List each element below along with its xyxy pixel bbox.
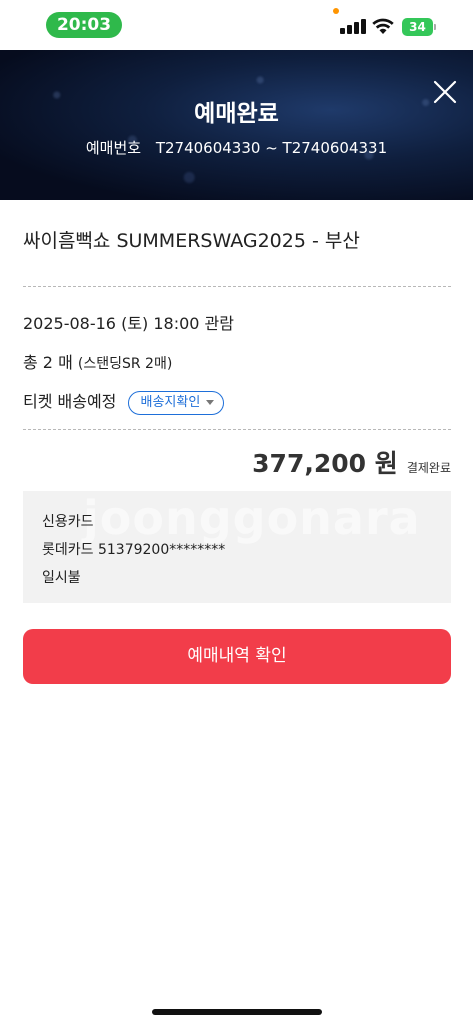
- page-title: 예매완료: [194, 101, 279, 127]
- battery-icon: 34: [402, 18, 436, 36]
- booking-number-label: 예매번호: [85, 139, 142, 157]
- booking-number-value: T2740604330 ~ T2740604331: [155, 139, 388, 157]
- ticket-delivery: 티켓 배송예정 배송지확인: [23, 388, 225, 415]
- battery-level: 34: [402, 18, 433, 36]
- view-booking-button[interactable]: 예매내역 확인: [23, 629, 451, 684]
- quantity-main: 총 2 매: [23, 353, 73, 372]
- payment-amount: 377,200 원: [252, 449, 398, 478]
- ticket-delivery-label: 티켓 배송예정: [23, 392, 117, 411]
- header-banner: 예매완료 예매번호 T2740604330 ~ T2740604331: [0, 50, 473, 200]
- payment-card: 롯데카드 51379200********: [42, 542, 226, 558]
- divider: [23, 286, 451, 287]
- event-title: 싸이흠뻑쇼 SUMMERSWAG2025 - 부산: [23, 230, 360, 252]
- wifi-icon: [372, 18, 394, 34]
- payment-installment: 일시불: [42, 570, 81, 586]
- signal-icon: [340, 19, 366, 34]
- event-datetime: 2025-08-16 (토) 18:00 관람: [23, 314, 234, 333]
- payment-method: 신용카드: [42, 514, 94, 530]
- booking-number: 예매번호 T2740604330 ~ T2740604331: [0, 137, 473, 158]
- chevron-down-icon: [206, 399, 215, 405]
- close-icon[interactable]: [431, 78, 459, 106]
- watermark: joonggonara: [83, 491, 421, 545]
- home-indicator: [152, 1009, 322, 1015]
- payment-total: 377,200 원 결제완료: [252, 444, 451, 480]
- quantity-detail: (스탠딩SR 2매): [77, 356, 173, 372]
- ticket-quantity: 총 2 매 (스탠딩SR 2매): [23, 349, 172, 373]
- delivery-address-label: 배송지확인: [140, 394, 201, 410]
- divider: [23, 429, 451, 430]
- privacy-indicator-dot: [333, 8, 339, 14]
- payment-status: 결제완료: [406, 461, 451, 475]
- status-time: 20:03: [46, 12, 122, 38]
- delivery-address-button[interactable]: 배송지확인: [127, 390, 225, 415]
- status-bar: 20:03 34: [0, 0, 473, 50]
- payment-info-box: joonggonara 신용카드 롯데카드 51379200******** 일…: [23, 491, 451, 603]
